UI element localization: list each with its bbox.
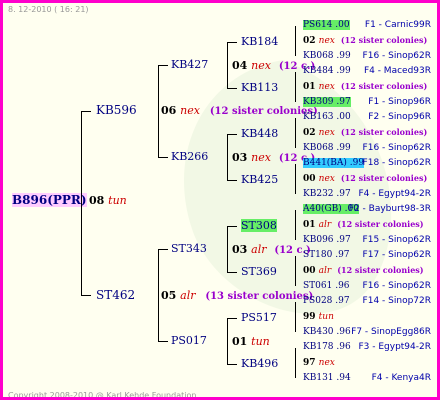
- gen5-ancestor[interactable]: ST061 .96: [303, 281, 350, 291]
- gen5-kid: 00 nex (12 sister colonies): [303, 173, 428, 184]
- gen5-position: F17 - Sinop62R: [362, 250, 431, 260]
- gen4-st369[interactable]: ST369: [241, 265, 277, 278]
- gen4-ps517[interactable]: PS517: [241, 311, 277, 324]
- gen5-ancestor[interactable]: KB430 .96: [303, 327, 351, 337]
- gen5-position: F3 - Egypt94-2R: [358, 342, 431, 352]
- gen5-kid: 01 nex (12 sister colonies): [303, 81, 428, 92]
- gen5-ancestor[interactable]: KB309 .97: [303, 97, 351, 107]
- gen5-kid: 02 nex (12 sister colonies): [303, 35, 428, 46]
- gen4-kb425[interactable]: KB425: [241, 173, 278, 186]
- gen2-kb596[interactable]: KB596: [96, 103, 137, 117]
- gen5-position: F4 - Maced93R: [363, 66, 431, 76]
- gen5-position: F7 - SinopEgg86R: [351, 327, 431, 337]
- pedigree-frame: 8. 12-2010 ( 16: 21) B896(PPR) 08 tun KB…: [0, 0, 440, 400]
- gen4-kb184[interactable]: KB184: [241, 35, 278, 48]
- gen3-st343-kid: 03 alr (12 c.): [232, 243, 311, 256]
- gen5-ancestor[interactable]: KB068 .99: [303, 143, 351, 153]
- gen5-kid: 99 tun: [303, 312, 334, 322]
- gen5-position: F1 - Carnic99R: [364, 20, 431, 30]
- gen2-st462-kid: 05 alr (13 sister colonies): [161, 289, 314, 302]
- gen3-ps017[interactable]: PS017: [171, 334, 207, 347]
- gen5-ancestor[interactable]: KB131 .94: [303, 373, 351, 383]
- gen3-kb427[interactable]: KB427: [171, 58, 208, 71]
- gen5-ancestor[interactable]: KB178 .96: [303, 342, 351, 352]
- gen5-position: F16 - Sinop62R: [362, 51, 431, 61]
- gen5-ancestor[interactable]: B441(BA) .99: [303, 158, 365, 168]
- gen5-position: F14 - Sinop72R: [362, 296, 431, 306]
- gen5-position: F2 - Bayburt98-3R: [348, 204, 431, 214]
- gen4-st308[interactable]: ST308: [241, 219, 277, 232]
- gen5-position: F2 - Sinop96R: [368, 112, 431, 122]
- gen5-ancestor[interactable]: ST180 .97: [303, 250, 350, 260]
- gen5-position: F18 - Sinop62R: [362, 158, 431, 168]
- gen5-ancestor[interactable]: KB163 .00: [303, 112, 351, 122]
- copyright-footer: Copyright 2008-2010 @ Karl Kehde Foundat…: [8, 391, 197, 400]
- gen3-ps017-kid: 01 tun: [232, 335, 270, 348]
- gen5-ancestor[interactable]: PS614 .00: [303, 20, 350, 30]
- gen5-position: F4 - Egypt94-2R: [358, 189, 431, 199]
- gen5-ancestor[interactable]: PS028 .97: [303, 296, 350, 306]
- gen5-ancestor[interactable]: KB096 .97: [303, 235, 351, 245]
- gen5-kid: 00 alr (12 sister colonies): [303, 265, 424, 276]
- gen2-st462[interactable]: ST462: [96, 288, 135, 302]
- gen5-ancestor[interactable]: KB068 .99: [303, 51, 351, 61]
- gen4-kb448[interactable]: KB448: [241, 127, 278, 140]
- gen4-kb496[interactable]: KB496: [241, 357, 278, 370]
- gen4-kb113[interactable]: KB113: [241, 81, 278, 94]
- gen2-kb596-kid: 06 nex (12 sister colonies): [161, 104, 318, 117]
- root-kid: 08 tun: [89, 194, 127, 207]
- gen5-ancestor[interactable]: KB232 .97: [303, 189, 351, 199]
- gen5-ancestor[interactable]: KB484 .99: [303, 66, 351, 76]
- gen5-position: F16 - Sinop62R: [362, 281, 431, 291]
- gen3-st343[interactable]: ST343: [171, 242, 207, 255]
- gen5-kid: 01 alr (12 sister colonies): [303, 219, 424, 230]
- root-queen-label[interactable]: B896(PPR): [12, 193, 87, 207]
- gen5-position: F16 - Sinop62R: [362, 143, 431, 153]
- timestamp: 8. 12-2010 ( 16: 21): [8, 5, 89, 14]
- gen5-position: F1 - Sinop96R: [368, 97, 431, 107]
- gen5-kid: 97 nex: [303, 358, 335, 368]
- gen5-kid: 02 nex (12 sister colonies): [303, 127, 428, 138]
- gen5-position: F4 - Kenya4R: [371, 373, 431, 383]
- gen3-kb266[interactable]: KB266: [171, 150, 208, 163]
- gen5-position: F15 - Sinop62R: [362, 235, 431, 245]
